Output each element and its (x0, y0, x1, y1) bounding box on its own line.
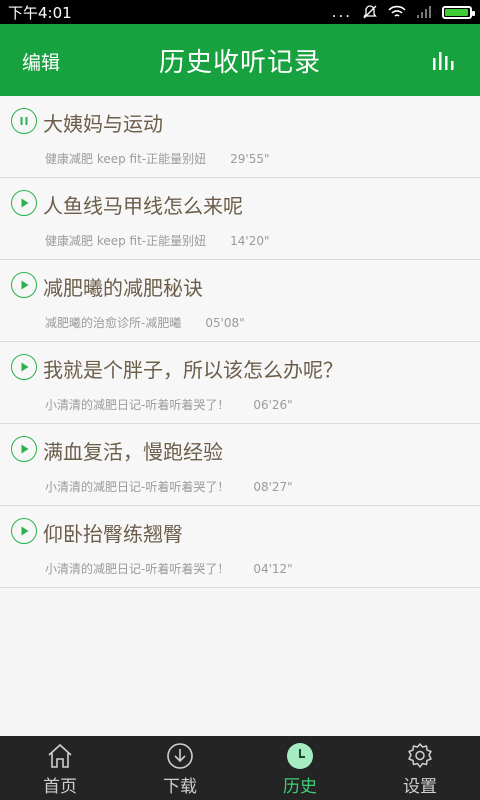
tab-download-label: 下载 (163, 777, 197, 797)
pause-icon[interactable] (11, 108, 37, 134)
clock-icon (287, 743, 313, 769)
tab-settings-label: 设置 (403, 777, 437, 797)
history-item-duration: 05'08" (205, 316, 245, 330)
history-item-meta: 小清清的减肥日记-听着听着哭了！ 08'27" (45, 478, 293, 495)
tab-home-label: 首页 (43, 777, 77, 797)
history-item-source: 小清清的减肥日记-听着听着哭了！ (45, 480, 230, 494)
battery-icon (442, 5, 475, 19)
history-item-title: 减肥曦的减肥秘诀 (43, 276, 203, 300)
app-header: 编辑 历史收听记录 (0, 24, 480, 96)
page-title: 历史收听记录 (158, 47, 321, 78)
tab-history[interactable]: 历史 (240, 736, 360, 800)
tab-settings[interactable]: 设置 (360, 736, 480, 800)
status-time: 下午4:01 (8, 3, 72, 22)
tab-home[interactable]: 首页 (0, 736, 120, 800)
history-list: 大姨妈与运动健康减肥 keep fit-正能量别妞 29'55" 人鱼线马甲线怎么来… (0, 96, 480, 588)
equalizer-icon[interactable] (432, 50, 454, 70)
history-item[interactable]: 减肥曦的减肥秘诀减肥曦的治愈诊所-减肥曦 05'08" (0, 260, 480, 342)
play-icon[interactable] (11, 354, 37, 380)
history-item[interactable]: 大姨妈与运动健康减肥 keep fit-正能量别妞 29'55" (0, 96, 480, 178)
history-item[interactable]: 我就是个胖子，所以该怎么办呢？ 小清清的减肥日记-听着听着哭了！ 06'26" (0, 342, 480, 424)
history-item-source: 减肥曦的治愈诊所-减肥曦 (45, 316, 182, 330)
history-item-source: 健康减肥 keep fit-正能量别妞 (45, 234, 207, 248)
history-item-source: 小清清的减肥日记-听着听着哭了！ (45, 562, 230, 576)
play-icon[interactable] (11, 272, 37, 298)
battery-level (445, 8, 468, 16)
history-item-duration: 14'20" (230, 234, 270, 248)
status-bar: 下午4:01 ... (0, 0, 480, 24)
history-item-meta: 减肥曦的治愈诊所-减肥曦 05'08" (45, 314, 245, 331)
history-item-meta: 小清清的减肥日记-听着听着哭了！ 04'12" (45, 560, 293, 577)
history-item[interactable]: 仰卧抬臀练翘臀小清清的减肥日记-听着听着哭了！ 04'12" (0, 506, 480, 588)
history-item-duration: 06'26" (253, 398, 293, 412)
home-icon (48, 743, 72, 768)
play-icon[interactable] (11, 190, 37, 216)
signal-icon (417, 6, 431, 18)
history-item[interactable]: 人鱼线马甲线怎么来呢健康减肥 keep fit-正能量别妞 14'20" (0, 178, 480, 260)
bell-muted-icon (363, 5, 377, 19)
notification-dots: ... (331, 3, 352, 21)
download-icon (167, 743, 193, 769)
play-icon[interactable] (11, 518, 37, 544)
play-icon[interactable] (11, 436, 37, 462)
wifi-icon (388, 5, 406, 17)
tab-history-label: 历史 (283, 777, 317, 797)
history-item-duration: 08'27" (253, 480, 293, 494)
history-item-title: 我就是个胖子，所以该怎么办呢？ (43, 358, 343, 382)
history-item-duration: 04'12" (253, 562, 293, 576)
edit-button[interactable]: 编辑 (22, 48, 60, 75)
history-item[interactable]: 满血复活，慢跑经验小清清的减肥日记-听着听着哭了！ 08'27" (0, 424, 480, 506)
history-item-title: 大姨妈与运动 (43, 112, 163, 136)
history-item-title: 人鱼线马甲线怎么来呢 (43, 194, 243, 218)
tab-download[interactable]: 下载 (120, 736, 240, 800)
history-item-source: 健康减肥 keep fit-正能量别妞 (45, 152, 207, 166)
bottom-tab-bar: 首页 下载 历史 设置 (0, 736, 480, 800)
status-icons: ... (331, 3, 475, 21)
history-item-title: 满血复活，慢跑经验 (43, 440, 223, 464)
history-item-meta: 小清清的减肥日记-听着听着哭了！ 06'26" (45, 396, 293, 413)
history-item-meta: 健康减肥 keep fit-正能量别妞 29'55" (45, 150, 270, 167)
history-item-duration: 29'55" (230, 152, 270, 166)
history-item-source: 小清清的减肥日记-听着听着哭了！ (45, 398, 230, 412)
history-item-title: 仰卧抬臀练翘臀 (43, 522, 183, 546)
gear-icon (408, 743, 432, 768)
history-item-meta: 健康减肥 keep fit-正能量别妞 14'20" (45, 232, 270, 249)
